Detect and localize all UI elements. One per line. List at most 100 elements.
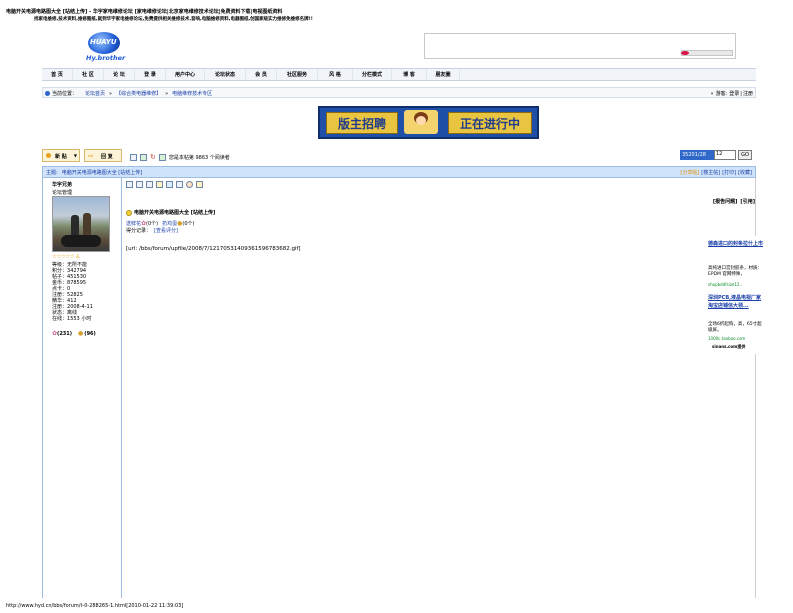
reply-arrow-icon: ⇨ bbox=[88, 152, 94, 160]
moderator-recruit-banner[interactable]: 版主招聘 正在进行中 bbox=[318, 106, 539, 139]
side-ad[interactable]: 德森进口的封条拉什上市 高纯进口宫封胶条，材质：EPDM 官网特殊， shopb… bbox=[708, 236, 766, 354]
new-post-button[interactable]: 新 贴 ▼ bbox=[42, 149, 80, 162]
quote-link[interactable]: [引用] bbox=[740, 198, 755, 205]
ad-2-desc: 全场6折起购，高，65寸超级屏。 bbox=[708, 322, 762, 333]
throw-egg-link[interactable]: 扔鸡蛋 bbox=[162, 220, 177, 227]
message-icon[interactable] bbox=[136, 181, 143, 188]
profile-icon[interactable] bbox=[126, 181, 133, 188]
reader-count: 您是本帖第 9863 个阅读者 bbox=[168, 154, 230, 161]
nav-members[interactable]: 会 员 bbox=[246, 69, 277, 80]
nav-split-mode[interactable]: 分栏模式 bbox=[353, 69, 392, 80]
logo-subtext: Hy.brother bbox=[86, 54, 126, 62]
nav-forum-status[interactable]: 论坛状态 bbox=[205, 69, 246, 80]
post-body-url: [url: /bbs/forum/upfile/2008/7/121705314… bbox=[126, 246, 301, 252]
author-stats: 等级：无所不能 积分：342794 帖子：451530 金币：878595 点卡… bbox=[52, 261, 120, 331]
author-panel: 华宇兄弟 论坛管理 bbox=[52, 181, 72, 196]
reply-button[interactable]: ⇨ 回 复 bbox=[84, 149, 122, 162]
nav-style[interactable]: 风 格 bbox=[318, 69, 353, 80]
op-post-link[interactable]: [楼主帖] bbox=[701, 169, 720, 176]
search-icon[interactable] bbox=[176, 181, 183, 188]
report-link[interactable]: [报告问题] bbox=[713, 198, 738, 205]
footer-url: http://www.hyd.cn/bbs/forum/t-0-288265-1… bbox=[6, 603, 184, 609]
nav-login[interactable]: 登 录 bbox=[135, 69, 166, 80]
post-divider bbox=[121, 178, 122, 598]
author-name[interactable]: 华宇兄弟 bbox=[52, 181, 72, 188]
ad-2-link[interactable]: 1000c.taobao.com bbox=[708, 336, 766, 341]
ad-1-desc: 高纯进口宫封胶条，材质：EPDM 官网特殊， bbox=[708, 266, 762, 277]
user-avatar-icon[interactable] bbox=[186, 181, 193, 188]
login-link[interactable]: 登录 bbox=[729, 90, 739, 97]
author-avatar[interactable] bbox=[52, 196, 110, 252]
send-flower-link[interactable]: 送鲜花 bbox=[126, 220, 141, 227]
print-icon[interactable] bbox=[140, 153, 147, 161]
score-row: 得分记录： [查看评分] bbox=[126, 227, 178, 234]
ad-provider: sinans.com提供 bbox=[712, 344, 746, 349]
nav-community[interactable]: 社 区 bbox=[73, 69, 104, 80]
qq-icon[interactable] bbox=[166, 181, 173, 188]
banner-left-text: 版主招聘 bbox=[326, 112, 398, 134]
ad-1-title[interactable]: 德森进口的封条拉什上市 bbox=[708, 240, 766, 248]
view-score-link[interactable]: [查看评分] bbox=[154, 227, 178, 234]
smiley-icon bbox=[126, 209, 132, 216]
flower-egg-counts: ✿ (231) ● (96) bbox=[52, 330, 96, 337]
egg-count: (96) bbox=[84, 330, 96, 337]
flower-egg-actions: 送鲜花 ✿ (0个) 扔鸡蛋 ● (0个) bbox=[126, 220, 195, 227]
author-role: 论坛管理 bbox=[52, 190, 73, 196]
edit-icon[interactable] bbox=[196, 181, 203, 188]
flower-given-count: (0个) bbox=[146, 221, 159, 227]
thread-header: 主题: 电脑开关电源电路图大全 [站结上传] [分享帖] [楼主帖] [打印] … bbox=[42, 166, 756, 178]
banner-character bbox=[404, 110, 438, 134]
prev-topic-icon[interactable] bbox=[130, 153, 137, 161]
egg-icon: ● bbox=[78, 330, 84, 337]
egg-given-count: (0个) bbox=[182, 221, 195, 227]
nav-blog[interactable]: 博 客 bbox=[392, 69, 427, 80]
score-label: 得分记录： bbox=[126, 228, 152, 234]
nav-user-center[interactable]: 用户中心 bbox=[166, 69, 205, 80]
thread-title-prefix: 主题: bbox=[46, 170, 58, 176]
nav-forum[interactable]: 论 坛 bbox=[104, 69, 135, 80]
header-ad-box[interactable] bbox=[424, 33, 736, 59]
rank-stars-icon: ☆☆☆☆☆ ♙ bbox=[52, 254, 80, 260]
breadcrumb-board[interactable]: 电脑维修技术专区 bbox=[172, 90, 212, 97]
breadcrumb-category[interactable]: 【综合类电器维修】 bbox=[116, 90, 161, 97]
page-jump: 35201/28 12 GO bbox=[680, 150, 752, 160]
stat-label: 在线： bbox=[52, 316, 68, 322]
breadcrumb: 当前位置： 论坛首页 » 【综合类电器维修】 » 电脑维修技术专区 » 游客: … bbox=[42, 87, 756, 98]
homepage-icon[interactable] bbox=[156, 181, 163, 188]
ad-2-title[interactable]: 深圳PCB,液晶电视厂家淘宝店铺信大领... bbox=[708, 294, 766, 310]
print-link[interactable]: [打印] bbox=[722, 169, 736, 176]
page-info: 35201/28 bbox=[680, 150, 714, 160]
new-post-icon bbox=[46, 153, 51, 158]
refresh-icon[interactable]: ↻ bbox=[150, 153, 156, 161]
logo-text: HUAYU bbox=[90, 38, 117, 46]
site-logo[interactable]: HUAYU Hy.brother bbox=[86, 32, 126, 64]
nav-friends[interactable]: 朋友圈 bbox=[427, 69, 460, 80]
breadcrumb-forum-home[interactable]: 论坛首页 bbox=[85, 90, 105, 97]
share-post-link[interactable]: [分享帖] bbox=[680, 169, 699, 176]
stat-value: 1553 小时 bbox=[67, 316, 92, 322]
go-button[interactable]: GO bbox=[738, 150, 752, 160]
header-mini-icon bbox=[681, 51, 689, 55]
location-icon bbox=[45, 91, 50, 96]
post-title-row: 电脑开关电源电路图大全 [站结上传] bbox=[126, 209, 215, 216]
post-actions: [报告问题] [引用] bbox=[713, 198, 755, 205]
banner-right-text: 正在进行中 bbox=[448, 112, 532, 134]
post-toolbar-icons bbox=[126, 181, 206, 188]
post-container bbox=[42, 178, 756, 598]
register-link[interactable]: 注册 bbox=[743, 90, 753, 97]
page-input[interactable]: 12 bbox=[714, 150, 736, 160]
nav-community-service[interactable]: 社区服务 bbox=[277, 69, 318, 80]
ad-1-link[interactable]: shopbddfsize12.. bbox=[708, 282, 766, 287]
reply-label: 回 复 bbox=[101, 154, 113, 160]
mail-icon[interactable] bbox=[146, 181, 153, 188]
nav-home[interactable]: 首 页 bbox=[42, 69, 73, 80]
breadcrumb-label: 当前位置： bbox=[52, 91, 78, 97]
next-topic-icon[interactable] bbox=[158, 153, 166, 161]
thread-title: 电脑开关电源电路图大全 [站结上传] bbox=[61, 170, 143, 176]
chevron-down-icon: ▼ bbox=[73, 153, 77, 158]
favorite-link[interactable]: [收藏] bbox=[738, 169, 752, 176]
page-subtitle: 找家电维修,技术资料,维修图纸,就到华宇家电维修论坛,免费提供相关维修技术,音响… bbox=[34, 17, 313, 22]
toolbar-icons: ↻ 您是本帖第 9863 个阅读者 bbox=[130, 153, 230, 161]
page-title: 电脑开关电源电路图大全 [站结上传] - 华宇家电维修论坛 [家电维修论坛|北京… bbox=[6, 9, 283, 15]
flower-count: (231) bbox=[57, 330, 73, 337]
